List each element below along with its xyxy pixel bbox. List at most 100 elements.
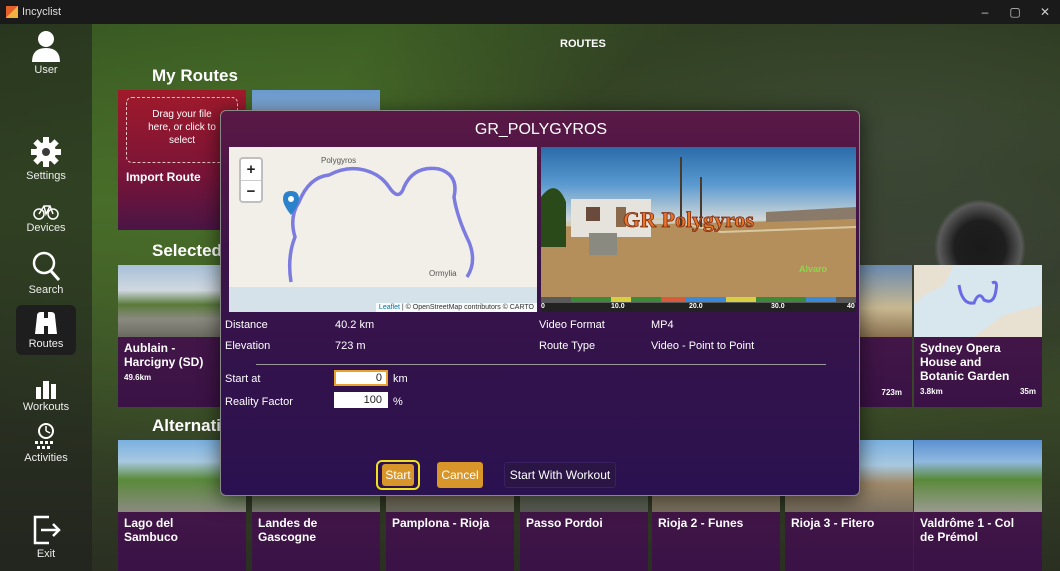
video-format-label: Video Format — [539, 319, 605, 331]
route-title: Rioja 2 - Funes — [658, 516, 744, 530]
route-details-dialog: GR_POLYGYROS Polygyros Ormylia + − Leafl… — [220, 110, 860, 496]
route-type-value: Video - Point to Point — [651, 340, 755, 352]
sidebar-item-user[interactable]: User — [0, 28, 92, 76]
sidebar-item-label: Workouts — [22, 401, 70, 413]
dialog-title: GR_POLYGYROS — [474, 121, 608, 138]
video-watermark: Alvaro — [799, 264, 828, 274]
minimize-button[interactable]: – — [970, 0, 1000, 24]
elevation-value: 723 m — [335, 340, 366, 352]
map-place-label: Ormylia — [429, 269, 457, 278]
window-controls: – ▢ ✕ — [970, 0, 1060, 24]
zoom-out-button[interactable]: − — [241, 180, 261, 201]
distance-label: Distance — [225, 319, 268, 331]
video-overlay-title: GR Polygyros — [623, 207, 754, 232]
route-title: Lago del Sambuco — [118, 512, 246, 548]
elevation-tick-label: 30.0 — [771, 303, 785, 310]
start-button[interactable]: Start — [376, 460, 420, 490]
window-title: Incyclist — [22, 6, 62, 18]
binoculars-icon — [35, 312, 57, 334]
route-title-line: Sambuco — [124, 530, 179, 544]
start-at-label: Start at — [225, 373, 261, 385]
section-title-alternatives: Alternati — [152, 416, 221, 435]
elevation-tick-label: 40 — [847, 303, 855, 310]
route-title-line: de Prémol — [920, 530, 979, 544]
video-format-value: MP4 — [651, 319, 674, 331]
map-place-label: Polygyros — [321, 156, 357, 165]
sidebar-item-workouts[interactable]: Workouts — [0, 379, 92, 413]
sidebar-item-devices[interactable]: Devices — [0, 202, 92, 234]
start-at-input[interactable]: 0 — [334, 370, 388, 386]
start-with-workout-button[interactable]: Start With Workout — [504, 462, 616, 488]
import-route-label: Import Route — [126, 170, 201, 184]
sidebar-item-label: Search — [28, 284, 64, 296]
map-route-path — [229, 166, 537, 312]
divider — [256, 364, 826, 365]
route-stats: 3.8km 35m — [914, 387, 1042, 396]
map-zoom-control: + − — [239, 157, 263, 203]
maximize-button[interactable]: ▢ — [1000, 0, 1030, 24]
route-title: Passo Pordoi — [526, 516, 603, 530]
route-distance: 3.8km — [920, 387, 943, 396]
sidebar-item-label: Exit — [36, 548, 56, 560]
sidebar-item-label: User — [34, 64, 58, 76]
elevation-tick-label: 20.0 — [689, 303, 703, 310]
route-elevation: 35m — [1019, 387, 1036, 396]
reality-factor-input[interactable]: 100 — [334, 392, 388, 408]
activities-icon — [35, 423, 54, 449]
route-map-thumbnail — [914, 265, 1042, 337]
sidebar-item-exit[interactable]: Exit — [0, 514, 92, 560]
exit-icon — [33, 515, 61, 545]
start-at-unit: km — [393, 373, 408, 385]
start-button-label: Start — [382, 464, 414, 486]
route-title: Valdrôme 1 - Col de Prémol — [914, 512, 1042, 548]
route-card-sydney[interactable]: Sydney Opera House and Botanic Garden 3.… — [914, 265, 1042, 407]
sidebar-item-label: Devices — [26, 222, 66, 234]
app-logo-icon — [6, 6, 18, 18]
route-title-line: Sydney Opera — [920, 341, 1001, 355]
reality-factor-label: Reality Factor — [225, 396, 293, 408]
sidebar: User Settings Devices Search Routes Work… — [0, 24, 92, 571]
gear-icon — [31, 137, 61, 167]
elevation-tick-label: 10.0 — [611, 303, 625, 310]
route-title-line: Lago del — [124, 516, 174, 530]
route-card-partial[interactable]: 723m — [860, 265, 912, 407]
sidebar-item-settings[interactable]: Settings — [0, 136, 92, 182]
video-preview[interactable]: GR Polygyros Alvaro — [541, 147, 856, 297]
sidebar-item-routes[interactable]: Routes — [0, 305, 92, 355]
route-title-line: House and — [920, 355, 982, 369]
leaflet-link[interactable]: Leaflet — [379, 304, 400, 311]
route-title-line: Landes de — [258, 516, 318, 530]
elevation-profile[interactable]: 0 10.0 20.0 30.0 40 — [541, 297, 856, 312]
attribution-text: | © OpenStreetMap contributors © CARTO — [399, 304, 534, 311]
route-title: Sydney Opera House and Botanic Garden — [914, 337, 1042, 387]
route-thumbnail — [914, 440, 1042, 512]
route-title-line: Valdrôme 1 - Col — [920, 516, 1015, 530]
map-attribution: Leaflet | © OpenStreetMap contributors ©… — [375, 303, 537, 312]
map-marker-icon — [283, 191, 299, 215]
route-card-valdrome[interactable]: Valdrôme 1 - Col de Prémol — [914, 440, 1042, 571]
route-stats: 723m — [876, 388, 908, 397]
route-path-thumbnail — [914, 265, 1042, 337]
sidebar-item-label: Settings — [26, 170, 66, 182]
route-type-label: Route Type — [539, 340, 596, 352]
elevation-tick-label: 0 — [541, 303, 545, 310]
route-map[interactable]: Polygyros Ormylia + − Leaflet | © OpenSt… — [229, 147, 537, 312]
route-title: Landes de Gascogne — [252, 512, 380, 548]
route-title-line: Gascogne — [258, 530, 317, 544]
user-icon — [32, 31, 60, 62]
sidebar-item-activities[interactable]: Activities — [0, 422, 92, 464]
search-icon — [32, 251, 61, 281]
elevation-label: Elevation — [225, 340, 271, 352]
sidebar-item-label: Activities — [24, 452, 68, 464]
route-title-line: Botanic Garden — [920, 369, 1010, 383]
route-distance: 49.6km — [124, 373, 152, 382]
route-thumbnail — [860, 265, 912, 337]
sidebar-item-label: Routes — [28, 338, 64, 350]
sidebar-item-search[interactable]: Search — [0, 250, 92, 296]
section-title-my-routes: My Routes — [152, 66, 238, 85]
reality-factor-unit: % — [393, 396, 403, 408]
close-window-button[interactable]: ✕ — [1030, 0, 1060, 24]
zoom-in-button[interactable]: + — [241, 159, 261, 180]
route-title: Pamplona - Rioja — [392, 516, 490, 530]
cancel-button[interactable]: Cancel — [437, 462, 483, 488]
